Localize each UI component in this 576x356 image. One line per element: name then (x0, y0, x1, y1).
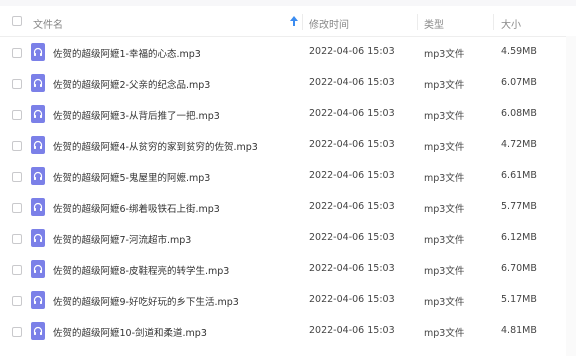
row-checkbox[interactable] (12, 141, 22, 151)
file-type: mp3文件 (424, 297, 465, 308)
row-checkbox[interactable] (12, 79, 22, 89)
file-size: 6.12MB (501, 232, 537, 243)
file-size: 6.61MB (501, 170, 537, 181)
row-checkbox[interactable] (12, 265, 22, 275)
headphones-icon (31, 105, 45, 123)
file-row[interactable]: 佐贺的超级阿嬷4-从贫穷的家到贫穷的佐贺.mp3 2022-04-06 15:03… (0, 130, 576, 161)
headphones-icon (31, 322, 45, 340)
file-size: 4.72MB (501, 139, 537, 150)
column-header-type[interactable]: 类型 (424, 16, 444, 31)
file-size: 6.70MB (501, 263, 537, 274)
column-divider[interactable] (302, 14, 303, 30)
file-row[interactable]: 佐贺的超级阿嬷8-皮鞋程亮的转学生.mp3 2022-04-06 15:03 mp3… (0, 254, 576, 285)
row-checkbox[interactable] (12, 48, 22, 58)
file-modified-time: 2022-04-06 15:03 (309, 263, 395, 274)
file-type: mp3文件 (424, 173, 465, 184)
select-all-checkbox[interactable] (12, 16, 22, 26)
row-checkbox[interactable] (12, 327, 22, 337)
file-row[interactable]: 佐贺的超级阿嬷3-从背后推了一把.mp3 2022-04-06 15:03 mp3文… (0, 99, 576, 130)
file-type: mp3文件 (424, 328, 465, 339)
file-type: mp3文件 (424, 235, 465, 246)
file-modified-time: 2022-04-06 15:03 (309, 201, 395, 212)
file-list: 佐贺的超级阿嬷1-幸福的心态.mp3 2022-04-06 15:03 mp3文件 4… (0, 37, 576, 347)
file-modified-time: 2022-04-06 15:03 (309, 77, 395, 88)
file-name[interactable]: 佐贺的超级阿嬷10-剑道和柔道.mp3 (53, 325, 207, 339)
headphones-icon (31, 74, 45, 92)
file-name[interactable]: 佐贺的超级阿嬷8-皮鞋程亮的转学生.mp3 (53, 263, 229, 277)
file-name[interactable]: 佐贺的超级阿嬷4-从贫穷的家到贫穷的佐贺.mp3 (53, 139, 258, 153)
file-size: 6.08MB (501, 108, 537, 119)
file-size: 5.17MB (501, 294, 537, 305)
file-modified-time: 2022-04-06 15:03 (309, 294, 395, 305)
file-row[interactable]: 佐贺的超级阿嬷10-剑道和柔道.mp3 2022-04-06 15:03 mp3文件… (0, 316, 576, 347)
file-type: mp3文件 (424, 142, 465, 153)
file-name[interactable]: 佐贺的超级阿嬷2-父亲的纪念品.mp3 (53, 77, 210, 91)
file-type: mp3文件 (424, 49, 465, 60)
headphones-icon (31, 260, 45, 278)
file-name[interactable]: 佐贺的超级阿嬷1-幸福的心态.mp3 (53, 46, 201, 60)
file-name[interactable]: 佐贺的超级阿嬷7-河流超市.mp3 (53, 232, 191, 246)
file-modified-time: 2022-04-06 15:03 (309, 139, 395, 150)
file-type: mp3文件 (424, 204, 465, 215)
row-checkbox[interactable] (12, 234, 22, 244)
file-row[interactable]: 佐贺的超级阿嬷5-鬼屋里的阿嬷.mp3 2022-04-06 15:03 mp3文件… (0, 161, 576, 192)
row-checkbox[interactable] (12, 203, 22, 213)
file-row[interactable]: 佐贺的超级阿嬷2-父亲的纪念品.mp3 2022-04-06 15:03 mp3文件… (0, 68, 576, 99)
row-checkbox[interactable] (12, 172, 22, 182)
file-row[interactable]: 佐贺的超级阿嬷1-幸福的心态.mp3 2022-04-06 15:03 mp3文件 4… (0, 37, 576, 68)
column-header-modified[interactable]: 修改时间 (309, 16, 349, 31)
headphones-icon (31, 198, 45, 216)
headphones-icon (31, 136, 45, 154)
file-name[interactable]: 佐贺的超级阿嬷9-好吃好玩的乡下生活.mp3 (53, 294, 239, 308)
file-size: 6.07MB (501, 77, 537, 88)
column-divider[interactable] (493, 14, 494, 30)
file-size: 4.59MB (501, 46, 537, 57)
file-row[interactable]: 佐贺的超级阿嬷9-好吃好玩的乡下生活.mp3 2022-04-06 15:03 mp… (0, 285, 576, 316)
file-row[interactable]: 佐贺的超级阿嬷6-绑着吸铁石上街.mp3 2022-04-06 15:03 mp3文… (0, 192, 576, 223)
file-modified-time: 2022-04-06 15:03 (309, 325, 395, 336)
file-name[interactable]: 佐贺的超级阿嬷5-鬼屋里的阿嬷.mp3 (53, 170, 210, 184)
headphones-icon (31, 229, 45, 247)
row-checkbox[interactable] (12, 296, 22, 306)
file-modified-time: 2022-04-06 15:03 (309, 232, 395, 243)
column-divider[interactable] (417, 14, 418, 30)
file-type: mp3文件 (424, 111, 465, 122)
headphones-icon (31, 167, 45, 185)
file-size: 4.81MB (501, 325, 537, 336)
file-type: mp3文件 (424, 266, 465, 277)
headphones-icon (31, 43, 45, 61)
file-name[interactable]: 佐贺的超级阿嬷6-绑着吸铁石上街.mp3 (53, 201, 220, 215)
file-type: mp3文件 (424, 80, 465, 91)
vertical-scrollbar[interactable] (566, 36, 576, 356)
headphones-icon (31, 291, 45, 309)
row-checkbox[interactable] (12, 110, 22, 120)
column-header-size[interactable]: 大小 (501, 16, 521, 31)
file-name[interactable]: 佐贺的超级阿嬷3-从背后推了一把.mp3 (53, 108, 220, 122)
column-header-name[interactable]: 文件名 (33, 16, 63, 31)
file-size: 5.77MB (501, 201, 537, 212)
file-list-header: 文件名 修改时间 类型 大小 (0, 6, 576, 37)
file-row[interactable]: 佐贺的超级阿嬷7-河流超市.mp3 2022-04-06 15:03 mp3文件 6.… (0, 223, 576, 254)
sort-ascending-icon[interactable] (289, 15, 299, 27)
file-modified-time: 2022-04-06 15:03 (309, 46, 395, 57)
file-modified-time: 2022-04-06 15:03 (309, 108, 395, 119)
file-modified-time: 2022-04-06 15:03 (309, 170, 395, 181)
